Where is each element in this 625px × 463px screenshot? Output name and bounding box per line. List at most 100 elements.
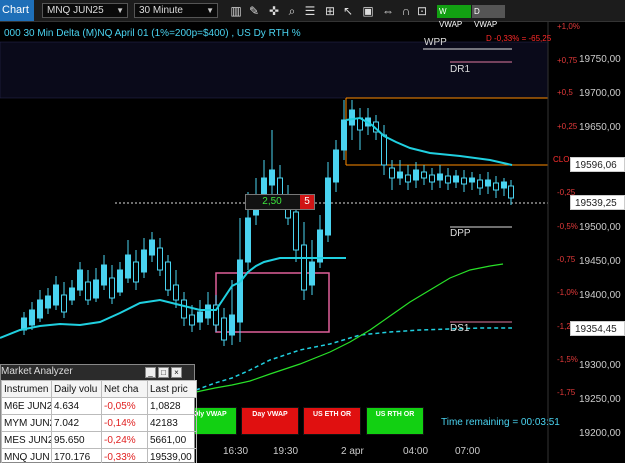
market-analyzer-table: Instrumen Daily volu Net cha Last pric M… [1,380,197,463]
table-row[interactable]: MYM JUN2 7.042 -0,14% 42183 [1,414,197,432]
volume-cell: 170.176 [51,448,102,463]
candle-body [493,182,499,191]
dr1-label: DR1 [450,64,471,75]
us-eth-or-button[interactable]: US ETH OR [303,407,361,435]
last-price-cell: 19539,00 [147,448,197,463]
clo-label: CLO [553,155,570,164]
minimize-icon[interactable]: _ [145,367,156,378]
table-row[interactable]: MES JUN2 95.650 -0,24% 5661,00 [1,431,197,449]
table-row[interactable]: MNQ JUN 170.176 -0,33% 19539,00 [1,448,197,463]
price-tick: 19200,00 [579,428,621,439]
price-tick: 19750,00 [579,54,621,65]
volume-cell: 4.634 [51,397,102,415]
candle-body [445,175,451,184]
vwap-rally-line [239,257,346,283]
time-tick: 19:30 [273,446,299,457]
daily-change-info: D -0,33% = -65,25 [486,34,552,43]
last-price-cell: 1,0828 [147,397,197,415]
instrument-cell: MYM JUN2 [1,414,52,432]
price-tick: 19700,00 [579,88,621,99]
column-header[interactable]: Last pric [147,380,197,398]
candle-body [61,294,67,313]
table-row[interactable]: M6E JUN2 4.634 -0,05% 1,0828 [1,397,197,415]
candle-body [501,181,507,189]
time-tick: 07:00 [455,446,481,457]
market-analyzer-window: Market Analyzer _ □ × Instrumen Daily vo… [0,364,197,463]
us-rth-or-button[interactable]: US RTH OR [366,407,424,435]
time-remaining: Time remaining = 00:03:51 [441,417,560,428]
day-vwap-button[interactable]: Day VWAP [241,407,299,435]
candle-body [165,261,171,291]
column-header[interactable]: Instrumen [1,380,52,398]
candle-body [397,171,403,179]
candle-body [157,247,163,271]
candle-body [437,173,443,181]
candle-body [125,254,131,279]
candle-body [469,177,475,183]
position-pnl: 2,50 [262,196,282,207]
candle-body [189,314,195,326]
candle-body [293,211,299,251]
column-header[interactable]: Daily volu [51,380,102,398]
candle-body [269,169,275,186]
pct-label: +0,25 [557,122,578,131]
candle-body [413,169,419,181]
candle-body [109,277,115,299]
instrument-cell: MNQ JUN [1,448,52,463]
candle-body [485,179,491,187]
price-tick: 19500,00 [579,222,621,233]
candle-body [301,244,307,291]
candle-body [421,171,427,179]
instrument-cell: M6E JUN2 [1,397,52,415]
position-marker[interactable]: 2,50 5 [245,194,315,210]
vwap-segment-line [345,116,513,166]
table-header-row: Instrumen Daily volu Net cha Last pric [1,380,197,398]
candle-body [221,317,227,341]
candle-body [453,175,459,183]
candle-body [93,279,99,299]
candle-body [45,295,51,309]
close-ref-price-box: 19596,06 [570,157,625,172]
candle-body [181,299,187,319]
candle-body [245,217,251,263]
pct-label: -0,5% [557,222,578,231]
chart-window: Chart MNQ JUN25 ▼ 30 Minute ▼ ▥ ✎ ✜ ⌕ ☰ … [0,0,625,463]
candle-body [349,109,355,126]
last-price-cell: 42183 [147,414,197,432]
candles-group [21,100,514,346]
candle-body [69,287,75,301]
candle-body [333,149,339,183]
vwap-dashed-line [195,327,512,391]
pct-label: +0,75 [557,56,578,65]
last-price-box: 19539,25 [570,195,625,210]
price-tick: 19650,00 [579,122,621,133]
maximize-icon[interactable]: □ [158,367,169,378]
market-analyzer-titlebar[interactable]: Market Analyzer _ □ × [1,365,194,380]
price-tick: 19450,00 [579,256,621,267]
time-tick: 16:30 [223,446,249,457]
candle-body [508,185,514,199]
net-change-cell: -0,33% [101,448,148,463]
ds1-price-box: 19354,45 [570,321,625,336]
pct-label: -1,5% [557,355,578,364]
candle-body [53,284,59,306]
candle-body [149,239,155,256]
candle-body [77,269,83,291]
candle-body [389,167,395,179]
close-icon[interactable]: × [171,367,182,378]
candle-body [37,299,43,319]
volume-cell: 7.042 [51,414,102,432]
wpp-label: WPP [424,37,447,48]
pct-label: +1,0% [557,22,580,31]
candle-body [309,261,315,286]
candle-body [101,264,107,286]
candle-body [341,119,347,151]
candle-body [237,259,243,323]
pct-label: -1,0% [557,288,578,297]
volume-cell: 95.650 [51,431,102,449]
column-header[interactable]: Net cha [101,380,148,398]
pct-label: -0,75 [557,255,576,264]
candle-body [477,179,483,189]
candle-body [461,177,467,185]
candle-body [197,311,203,323]
